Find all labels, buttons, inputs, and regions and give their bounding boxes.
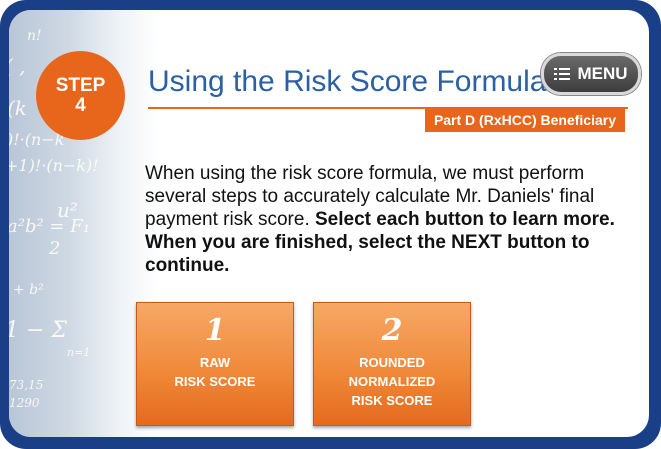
page-title: Using the Risk Score Formula <box>148 65 547 98</box>
content-panel: n! ( , (k )!·(n−k +1)!·(n−k)! u² a²b² = … <box>9 10 649 437</box>
menu-button-label: MENU <box>577 64 628 83</box>
button-label-line: NORMALIZED <box>348 374 436 389</box>
button-label-line: RISK SCORE <box>174 374 256 389</box>
button-label-line: RISK SCORE <box>351 393 433 408</box>
button-label-line: RAW <box>199 355 231 370</box>
rounded-normalized-risk-score-button[interactable]: 2 ROUNDED NORMALIZED RISK SCORE <box>313 302 471 426</box>
button-number: 1 <box>204 313 226 348</box>
instructions-text: When using the risk score formula, we mu… <box>145 162 625 277</box>
step-badge-number: 4 <box>75 94 86 116</box>
button-label-line: ROUNDED <box>359 355 425 370</box>
list-menu-icon <box>554 67 571 81</box>
step-badge: STEP 4 <box>36 51 125 140</box>
step-badge-label: STEP <box>55 74 106 96</box>
menu-button[interactable]: MENU <box>541 53 641 95</box>
button-label: RAW RISK SCORE <box>137 353 293 391</box>
beneficiary-tag: Part D (RxHCC) Beneficiary <box>424 109 625 132</box>
button-number: 2 <box>381 313 403 348</box>
button-label: ROUNDED NORMALIZED RISK SCORE <box>314 353 470 410</box>
slide-frame: n! ( , (k )!·(n−k +1)!·(n−k)! u² a²b² = … <box>0 0 661 449</box>
raw-risk-score-button[interactable]: 1 RAW RISK SCORE <box>136 302 294 426</box>
